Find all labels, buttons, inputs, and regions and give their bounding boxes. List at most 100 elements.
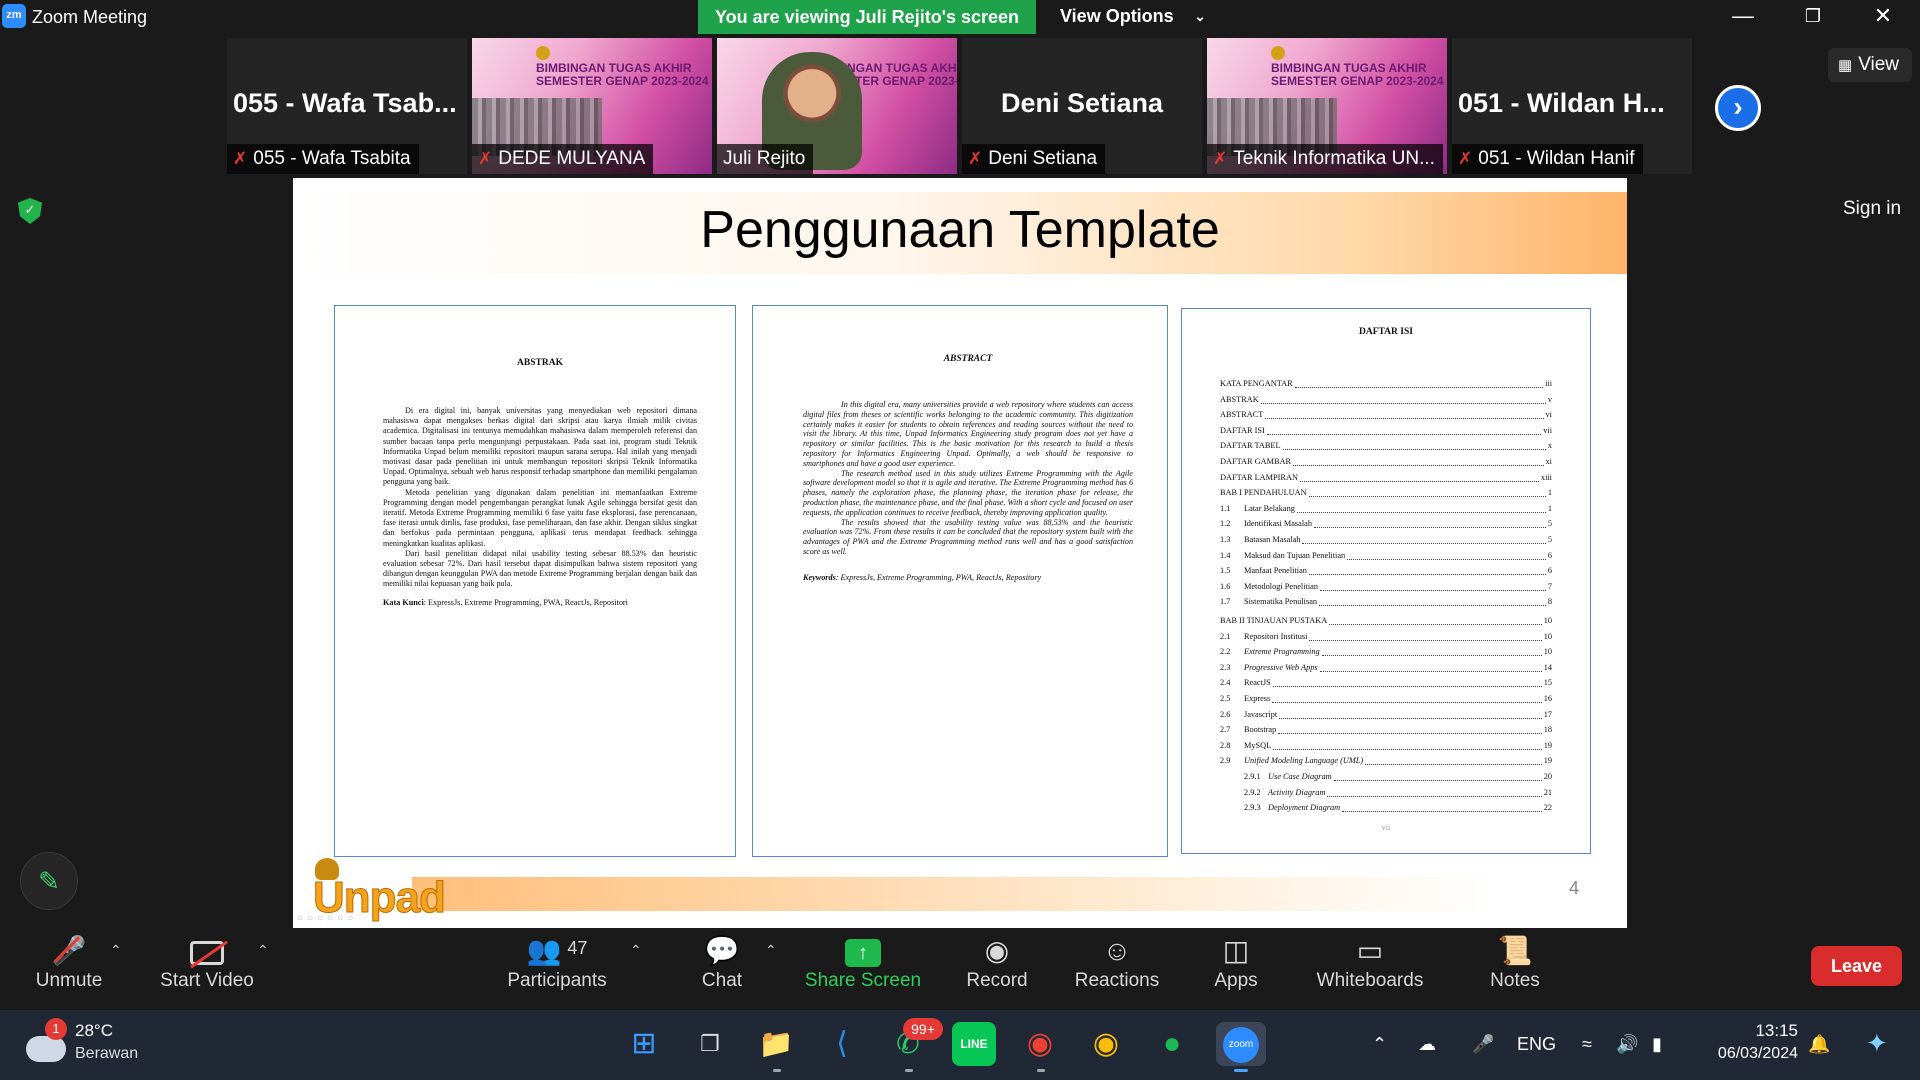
file-explorer-icon[interactable]: 📁 bbox=[754, 1022, 798, 1066]
toc-entry: 2.9.2 Activity Diagram 21 bbox=[1244, 788, 1552, 800]
toc-entry-title: DAFTAR GAMBAR bbox=[1220, 457, 1292, 466]
toc-entry: 2.5 Express 16 bbox=[1220, 694, 1552, 706]
zoom-taskbar-icon[interactable]: zoom bbox=[1216, 1022, 1266, 1066]
participant-tile-active-speaker[interactable]: BIMBINGAN TUGAS AKHIRSEMESTER GENAP 2023… bbox=[717, 38, 957, 174]
toc-entry-page: 22 bbox=[1543, 803, 1552, 813]
weather-cloud-icon[interactable] bbox=[26, 1036, 66, 1062]
toc-entry-title: DAFTAR ISI bbox=[1220, 425, 1265, 435]
participant-label-text: 051 - Wildan Hanif bbox=[1478, 148, 1635, 169]
participant-tile[interactable]: BIMBINGAN TUGAS AKHIR SEMESTER GENAP 2023… bbox=[1207, 38, 1447, 174]
toc-entry-page: 18 bbox=[1543, 725, 1552, 735]
toc-entry: DAFTAR LAMPIRAN xiii bbox=[1220, 473, 1552, 485]
annotate-pen-icon[interactable]: ✎ bbox=[20, 852, 78, 910]
toc-dot-leader bbox=[1278, 725, 1542, 735]
battery-icon[interactable]: ▮ bbox=[1652, 1034, 1662, 1055]
meeting-toolbar: 🎤 Unmute ⌃ Start Video ⌃ 👥 47 Participant… bbox=[0, 928, 1920, 1010]
weather-description[interactable]: Berawan bbox=[75, 1045, 138, 1063]
minimize-icon[interactable]: — bbox=[1715, 0, 1771, 34]
apps-button[interactable]: ◫ Apps bbox=[1204, 928, 1268, 1010]
toc-entry-title: Sistematika Penulisan bbox=[1244, 597, 1318, 607]
toc-entry-title: BAB I PENDAHULUAN bbox=[1220, 488, 1307, 498]
reactions-button[interactable]: ☺ Reactions bbox=[1070, 928, 1164, 1010]
chat-button[interactable]: 💬 Chat bbox=[692, 928, 752, 1010]
slide-navigation-icons[interactable]: ○○○○○○ bbox=[297, 913, 357, 924]
toc-entry-number: 1.2 bbox=[1220, 519, 1231, 529]
toc-entry-page: vi bbox=[1545, 410, 1552, 420]
toc-entry-number: 2.9.1 bbox=[1244, 772, 1261, 781]
toc-dot-leader bbox=[1309, 632, 1542, 641]
vscode-icon[interactable]: ⟨ bbox=[820, 1022, 864, 1066]
toc-dot-leader bbox=[1342, 803, 1542, 813]
toc-entry-title: Maksud dan Tujuan Penelitian bbox=[1244, 550, 1346, 560]
toc-dot-leader bbox=[1308, 488, 1546, 498]
participants-caret-icon[interactable]: ⌃ bbox=[630, 942, 642, 959]
toc-entry: DAFTAR ISI vii bbox=[1220, 426, 1552, 438]
input-language[interactable]: ENG bbox=[1517, 1034, 1556, 1055]
abstract-keywords: Keywords: ExpressJs, Extreme Programming… bbox=[803, 572, 1042, 582]
sign-in-link[interactable]: Sign in bbox=[1843, 198, 1901, 220]
volume-icon[interactable]: 🔊 bbox=[1616, 1034, 1638, 1055]
line-app-icon[interactable]: LINE bbox=[952, 1022, 996, 1066]
audio-options-caret-icon[interactable]: ⌃ bbox=[110, 942, 122, 959]
microphone-icon[interactable]: 🎤 bbox=[1472, 1034, 1494, 1055]
running-indicator bbox=[773, 1069, 781, 1072]
wifi-icon[interactable]: ≈ bbox=[1582, 1034, 1592, 1055]
toc-entry-page: 6 bbox=[1547, 550, 1552, 560]
mic-muted-icon: ✗ bbox=[1458, 149, 1473, 168]
toc-entry: 2.9.1 Use Case Diagram 20 bbox=[1244, 772, 1552, 784]
view-button[interactable]: ▦ View bbox=[1828, 48, 1912, 82]
participants-button[interactable]: 👥 47 Participants bbox=[502, 928, 612, 1010]
unmute-button[interactable]: 🎤 Unmute bbox=[24, 928, 114, 1010]
next-participants-arrow-icon[interactable]: › bbox=[1715, 85, 1761, 131]
onedrive-cloud-icon[interactable]: ☁ bbox=[1418, 1034, 1436, 1055]
notification-bell-icon[interactable]: 🔔 bbox=[1808, 1034, 1830, 1055]
toc-entry: BAB II TINJAUAN PUSTAKA 10 bbox=[1220, 616, 1552, 628]
windows-start-icon[interactable]: ⊞ bbox=[622, 1022, 666, 1066]
title-bar: zm Zoom Meeting You are viewing Juli Rej… bbox=[0, 0, 1920, 34]
toc-entry: 1.2 Identifikasi Masalah 5 bbox=[1220, 519, 1552, 531]
leave-button[interactable]: Leave bbox=[1811, 946, 1902, 986]
participant-tile[interactable]: BIMBINGAN TUGAS AKHIR SEMESTER GENAP 2023… bbox=[472, 38, 712, 174]
toc-entry-title: MySQL bbox=[1244, 740, 1272, 750]
participant-tile[interactable]: 051 - Wildan H... ✗ 051 - Wildan Hanif bbox=[1452, 38, 1692, 174]
toc-entry-title: DAFTAR TABEL bbox=[1220, 441, 1281, 451]
toc-entry-number: 2.7 bbox=[1220, 725, 1231, 735]
participant-tile[interactable]: Deni Setiana ✗ Deni Setiana bbox=[962, 38, 1202, 174]
share-screen-button[interactable]: ↑ Share Screen bbox=[802, 928, 924, 1010]
chat-caret-icon[interactable]: ⌃ bbox=[765, 942, 777, 959]
mic-muted-icon: ✗ bbox=[968, 149, 983, 168]
start-video-button[interactable]: Start Video bbox=[150, 928, 264, 1010]
show-hidden-icons-chevron-icon[interactable]: ⌃ bbox=[1372, 1034, 1387, 1055]
grid-view-icon: ▦ bbox=[1838, 57, 1853, 74]
chrome-profile-icon[interactable]: ◉ bbox=[1084, 1022, 1128, 1066]
copilot-icon[interactable]: ✦ bbox=[1866, 1028, 1888, 1059]
toc-entry: 2.3 Progressive Web Apps 14 bbox=[1220, 663, 1552, 675]
spotify-icon[interactable]: ● bbox=[1150, 1022, 1194, 1066]
record-button[interactable]: ◉ Record bbox=[960, 928, 1034, 1010]
video-options-caret-icon[interactable]: ⌃ bbox=[257, 942, 269, 959]
participant-display-name: 051 - Wildan H... bbox=[1458, 88, 1665, 118]
chrome-icon[interactable]: ◉ bbox=[1018, 1022, 1062, 1066]
weather-notification-badge: 1 bbox=[45, 1018, 67, 1040]
slide-number: 4 bbox=[1569, 878, 1580, 898]
security-shield-icon[interactable]: ✓ bbox=[18, 198, 42, 224]
toc-entry-title: Metodologi Penelitian bbox=[1244, 581, 1318, 591]
clock-time[interactable]: 13:15 bbox=[1752, 1021, 1798, 1041]
restore-window-icon[interactable]: ❐ bbox=[1785, 0, 1841, 34]
notes-button[interactable]: 📜 Notes bbox=[1480, 928, 1550, 1010]
clock-date[interactable]: 06/03/2024 bbox=[1700, 1045, 1798, 1063]
view-options-button[interactable]: View Options ⌄ bbox=[1048, 0, 1220, 34]
toc-entry-title: ABSTRACT bbox=[1220, 410, 1264, 420]
share-screen-label: Share Screen bbox=[804, 970, 922, 991]
weather-temperature[interactable]: 28°C bbox=[75, 1021, 113, 1041]
participant-tile[interactable]: 055 - Wafa Tsab... ✗ 055 - Wafa Tsabita bbox=[227, 38, 467, 174]
participant-display-name: 055 - Wafa Tsab... bbox=[233, 88, 457, 118]
close-icon[interactable]: ✕ bbox=[1855, 0, 1911, 34]
whiteboards-button[interactable]: ▭ Whiteboards bbox=[1310, 928, 1430, 1010]
toc-entry-page: iii bbox=[1545, 379, 1552, 388]
unpad-emblem-icon bbox=[1271, 46, 1285, 60]
shared-slide: Penggunaan Template ABSTRAK Di era digit… bbox=[293, 178, 1627, 928]
task-view-icon[interactable]: ❐ bbox=[688, 1022, 732, 1066]
participant-name-label: Juli Rejito bbox=[717, 144, 814, 174]
toc-entry-page: 10 bbox=[1543, 616, 1552, 625]
